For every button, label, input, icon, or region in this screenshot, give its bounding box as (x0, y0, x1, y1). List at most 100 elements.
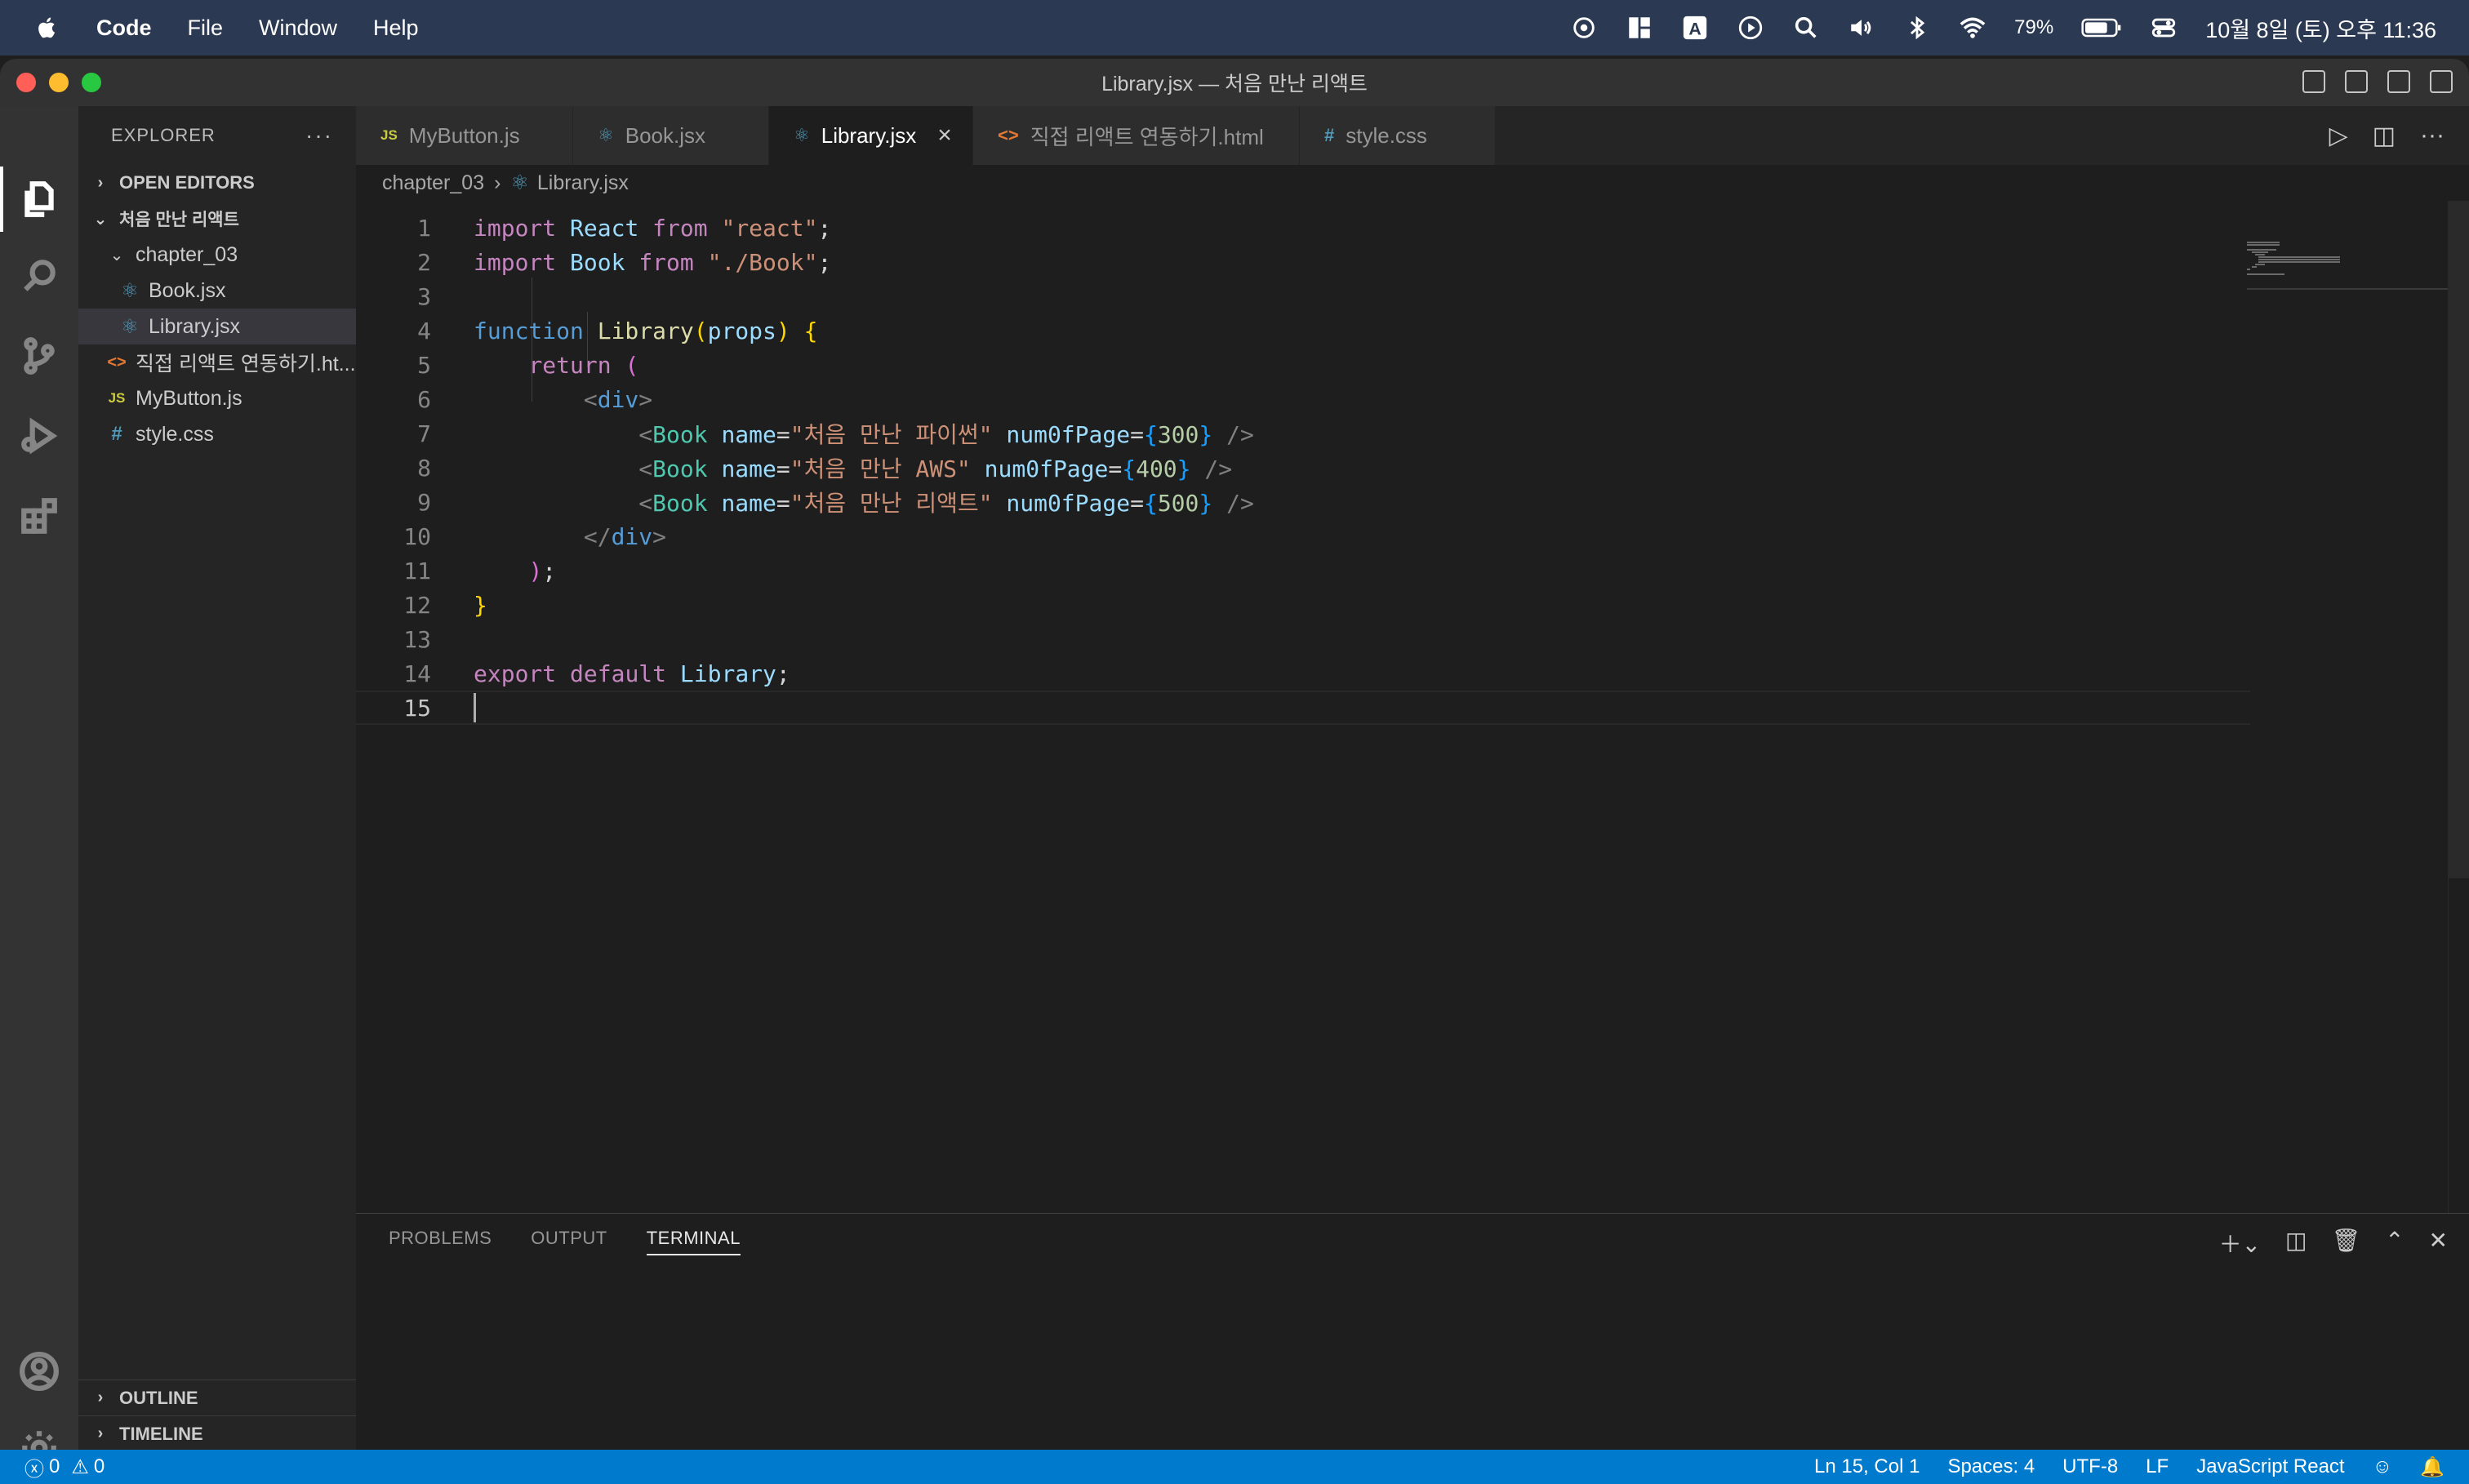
tab-output[interactable]: OUTPUT (531, 1228, 607, 1249)
tree-item-html[interactable]: <> 직접 리액트 연동하기.ht... (78, 344, 356, 380)
feedback-icon[interactable]: ☺ (2373, 1455, 2393, 1478)
error-count[interactable]: 0 (49, 1455, 60, 1478)
editor-scrollbar[interactable] (2448, 201, 2469, 1213)
battery-percent: 79% (2014, 16, 2054, 38)
run-debug-icon[interactable] (18, 415, 60, 457)
line-number: 12 (403, 591, 431, 619)
open-editors-section[interactable]: › OPEN EDITORS (78, 165, 356, 201)
tree-item-book-jsx[interactable]: ⚛ Book.jsx (78, 273, 356, 309)
activity-bar (0, 106, 78, 1465)
creative-cloud-icon[interactable] (1570, 14, 1598, 42)
minimap[interactable] (2247, 242, 2448, 291)
timeline-section[interactable]: › TIMELINE (78, 1415, 356, 1451)
accounts-icon[interactable] (18, 1350, 60, 1393)
trash-icon[interactable]: 🗑 (2332, 1227, 2361, 1260)
errors-icon[interactable]: ⓧ (24, 1453, 44, 1482)
maximize-panel-icon[interactable]: ⌃ (2385, 1227, 2404, 1260)
indentation[interactable]: Spaces: 4 (1947, 1455, 2035, 1478)
token: ) (528, 557, 543, 584)
tab-label: Book.jsx (625, 122, 705, 148)
menubar-clock[interactable]: 10월 8일 (토) 오후 11:36 (2205, 12, 2436, 44)
js-file-icon: JS (108, 390, 126, 406)
menu-window[interactable]: Window (259, 16, 337, 41)
search-icon[interactable] (18, 255, 60, 297)
extensions-icon[interactable] (18, 495, 60, 537)
end-of-line[interactable]: LF (2146, 1455, 2169, 1478)
new-terminal-icon[interactable]: ＋⌄ (2219, 1227, 2261, 1260)
token: ( (625, 351, 639, 379)
tab-problems[interactable]: PROBLEMS (389, 1228, 492, 1249)
tab-label: 직접 리액트 연동하기.html (1030, 124, 1264, 149)
token: import (474, 214, 557, 242)
source-control-icon[interactable] (18, 335, 60, 377)
control-center-icon[interactable] (2150, 14, 2178, 42)
menu-help[interactable]: Help (373, 16, 419, 41)
tab-style-css[interactable]: # style.css (1300, 106, 1496, 165)
encoding[interactable]: UTF-8 (2062, 1455, 2118, 1478)
token: from (652, 214, 708, 242)
line-number: 10 (403, 522, 431, 550)
battery-icon[interactable] (2081, 14, 2122, 42)
more-actions-icon[interactable]: ··· (305, 122, 333, 149)
cursor-position[interactable]: Ln 15, Col 1 (1814, 1455, 1920, 1478)
tab-book-jsx[interactable]: ⚛ Book.jsx (573, 106, 769, 165)
tab-terminal[interactable]: TERMINAL (646, 1228, 741, 1255)
line-number: 11 (403, 557, 431, 584)
customize-layout-icon[interactable] (2430, 70, 2453, 93)
folder-chapter-03[interactable]: ⌄ chapter_03 (78, 237, 356, 273)
toggle-primary-sidebar-icon[interactable] (2302, 70, 2325, 93)
code-line-8: 8 <Book name="처음 만난 AWS" num0fPage={400}… (356, 451, 2250, 485)
macos-menu-bar: Code File Window Help A 79% 10월 8일 (토) 오… (0, 0, 2469, 56)
close-tab-icon[interactable]: × (937, 122, 952, 149)
active-indicator (0, 167, 3, 232)
volume-icon[interactable] (1848, 14, 1875, 42)
code-editor[interactable]: 1 import React from "react"; 2 import Bo… (356, 201, 2469, 1213)
explorer-title: EXPLORER (111, 125, 216, 145)
warning-count[interactable]: 0 (94, 1455, 105, 1478)
project-folder-section[interactable]: ⌄ 처음 만난 리액트 (78, 201, 356, 237)
line-number: 13 (403, 625, 431, 653)
bluetooth-icon[interactable] (1903, 14, 1931, 42)
apple-icon[interactable] (33, 13, 62, 42)
line-number: 6 (417, 385, 431, 413)
explorer-icon[interactable] (18, 178, 60, 220)
breadcrumb-file[interactable]: Library.jsx (537, 171, 629, 195)
input-source-icon[interactable]: A (1681, 14, 1709, 42)
scrollbar-thumb[interactable] (2449, 201, 2469, 878)
tree-item-style-css[interactable]: # style.css (78, 416, 356, 452)
code-line-11: 11 ); (356, 553, 2250, 588)
code-line-15: 15 (356, 691, 2250, 725)
spotlight-search-icon[interactable] (1792, 14, 1820, 42)
run-file-icon[interactable]: ▷ (2329, 122, 2348, 150)
folder-label: chapter_03 (136, 242, 238, 266)
tree-item-mybutton-js[interactable]: JS MyButton.js (78, 380, 356, 416)
language-mode[interactable]: JavaScript React (2196, 1455, 2344, 1478)
menu-app-code[interactable]: Code (96, 16, 152, 41)
layout-widget-icon[interactable] (1626, 14, 1653, 42)
toggle-secondary-sidebar-icon[interactable] (2387, 70, 2410, 93)
tab-mybutton-js[interactable]: JS MyButton.js (356, 106, 573, 165)
outline-section[interactable]: › OUTLINE (78, 1380, 356, 1415)
notifications-bell-icon[interactable]: 🔔 (2420, 1455, 2445, 1479)
token: ; (776, 660, 790, 687)
code-line-1: 1 import React from "react"; (356, 211, 2250, 245)
menu-file[interactable]: File (188, 16, 224, 41)
open-editors-label: OPEN EDITORS (119, 172, 255, 193)
more-actions-icon[interactable]: ··· (2420, 122, 2445, 149)
text-cursor (474, 693, 476, 722)
code-line-7: 7 <Book name="처음 만난 파이썬" num0fPage={300}… (356, 416, 2250, 451)
split-terminal-icon[interactable]: ◫ (2285, 1227, 2307, 1260)
close-panel-icon[interactable]: ✕ (2429, 1227, 2448, 1260)
toggle-panel-icon[interactable] (2345, 70, 2368, 93)
breadcrumb-folder[interactable]: chapter_03 (382, 171, 484, 195)
warning-icon[interactable]: ⚠ (71, 1455, 89, 1479)
tab-html[interactable]: <> 직접 리액트 연동하기.html (973, 106, 1300, 165)
tab-library-jsx[interactable]: ⚛ Library.jsx × (769, 106, 973, 165)
file-label: Library.jsx (149, 314, 241, 338)
play-circle-icon[interactable] (1737, 14, 1764, 42)
react-file-icon: ⚛ (794, 125, 810, 145)
vscode-window: Library.jsx — 처음 만난 리액트 EXPLORER ··· › O… (0, 59, 2469, 1484)
wifi-icon[interactable] (1959, 14, 1986, 42)
tree-item-library-jsx[interactable]: ⚛ Library.jsx (78, 309, 356, 344)
split-editor-icon[interactable]: ◫ (2373, 122, 2396, 150)
